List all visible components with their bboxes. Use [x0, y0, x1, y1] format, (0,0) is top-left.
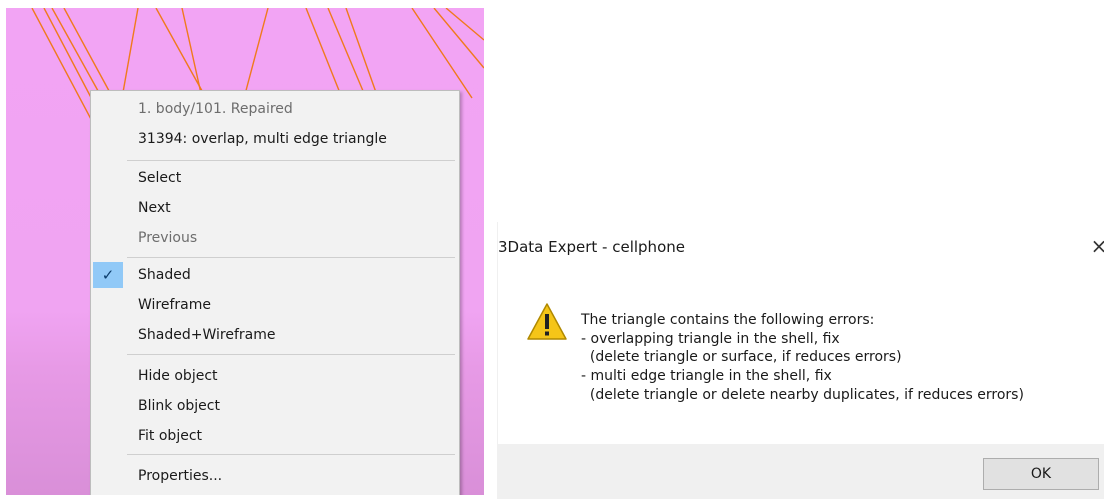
viewport-3d[interactable]: 1. body/101. Repaired 31394: overlap, mu… — [6, 8, 484, 495]
menu-separator — [127, 354, 455, 355]
menu-separator — [127, 160, 455, 161]
menu-item-previous[interactable]: Previous — [91, 224, 459, 252]
warning-icon — [527, 303, 567, 340]
menu-item-shaded-wireframe[interactable]: Shaded+Wireframe — [91, 321, 459, 349]
menu-item-blink-object[interactable]: Blink object — [91, 392, 459, 420]
menu-item-next[interactable]: Next — [91, 194, 459, 222]
dialog-footer: OK — [498, 444, 1104, 499]
menu-separator — [127, 454, 455, 455]
menu-item-wireframe[interactable]: Wireframe — [91, 291, 459, 319]
menu-item-shaded[interactable]: Shaded — [91, 261, 459, 289]
menu-item-select[interactable]: Select — [91, 164, 459, 192]
close-icon[interactable]: × — [1087, 234, 1104, 258]
menu-item-properties[interactable]: Properties... — [91, 462, 459, 490]
dialog-title: 3Data Expert - cellphone — [498, 238, 685, 256]
menu-header-object: 1. body/101. Repaired — [138, 101, 293, 117]
menu-item-hide-object[interactable]: Hide object — [91, 362, 459, 390]
context-menu: 1. body/101. Repaired 31394: overlap, mu… — [90, 90, 460, 495]
menu-item-fit-object[interactable]: Fit object — [91, 422, 459, 450]
ok-button[interactable]: OK — [983, 458, 1099, 490]
menu-separator — [127, 257, 455, 258]
menu-header-triangle: 31394: overlap, multi edge triangle — [138, 131, 387, 147]
dialog-message: The triangle contains the following erro… — [581, 312, 1024, 403]
message-dialog: 3Data Expert - cellphone × The triangle … — [497, 222, 1104, 499]
